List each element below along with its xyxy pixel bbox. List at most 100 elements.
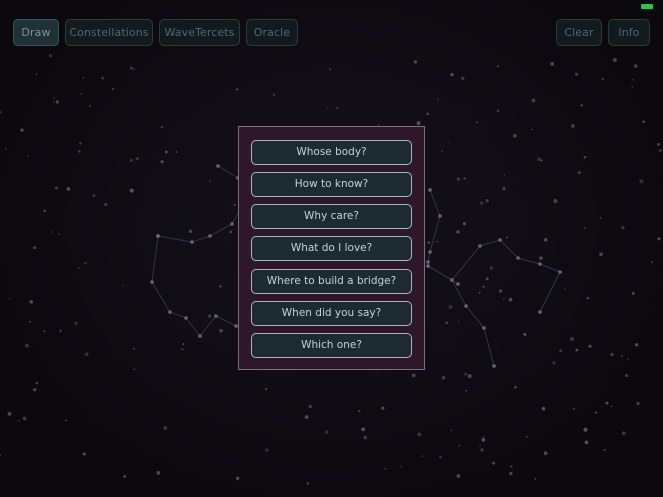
battery-icon — [641, 4, 653, 9]
constellation-star — [438, 214, 442, 218]
star — [357, 409, 361, 413]
star — [160, 160, 164, 164]
star — [458, 444, 461, 447]
star — [456, 230, 460, 234]
star — [436, 240, 439, 243]
constellation-star — [450, 278, 454, 282]
star — [78, 150, 81, 153]
star — [503, 298, 505, 300]
star — [586, 297, 589, 300]
star — [450, 73, 454, 77]
constellation-line — [151, 235, 237, 337]
clear-button[interactable]: Clear — [556, 19, 602, 46]
star — [508, 297, 513, 302]
star-canvas[interactable]: Draw Constellations WaveTercets Oracle C… — [0, 0, 663, 497]
star — [8, 297, 11, 300]
star — [53, 97, 56, 100]
star — [610, 405, 613, 408]
star — [22, 416, 27, 421]
star — [156, 471, 161, 475]
star — [130, 159, 133, 162]
star — [384, 467, 387, 470]
constellation-star — [492, 364, 496, 368]
draw-button[interactable]: Draw — [13, 19, 59, 46]
star — [599, 216, 603, 219]
star — [506, 236, 509, 239]
star — [509, 471, 513, 476]
constellation-star — [516, 256, 520, 260]
star — [636, 401, 640, 405]
star — [381, 406, 385, 410]
star — [219, 328, 223, 333]
constellation-star — [478, 244, 482, 248]
star — [324, 430, 328, 434]
star — [83, 261, 87, 265]
star — [601, 77, 604, 81]
question-when-did-you-say-button[interactable]: When did you say? — [251, 301, 412, 326]
constellation-star — [538, 262, 542, 266]
star — [182, 343, 185, 345]
star — [612, 57, 617, 62]
star — [33, 246, 37, 250]
question-where-to-build-a-bridge-button[interactable]: Where to build a bridge? — [251, 269, 412, 294]
star — [510, 465, 513, 468]
constellation-star — [428, 250, 432, 254]
star — [130, 66, 133, 70]
star — [537, 157, 541, 162]
oracle-button[interactable]: Oracle — [246, 19, 298, 46]
star — [456, 474, 461, 478]
star — [553, 199, 558, 204]
star — [580, 104, 583, 107]
star — [133, 347, 136, 350]
question-which-one-button[interactable]: Which one? — [251, 333, 412, 358]
wavetercets-button[interactable]: WaveTercets — [159, 19, 240, 46]
star — [122, 284, 124, 287]
question-how-to-know-button[interactable]: How to know? — [251, 172, 412, 197]
star — [583, 156, 586, 159]
constellations-button[interactable]: Constellations — [65, 19, 153, 46]
star — [575, 348, 579, 352]
star — [543, 451, 548, 456]
star — [588, 344, 592, 348]
star — [441, 376, 446, 380]
status-bar — [0, 0, 663, 14]
star — [465, 389, 468, 392]
constellation-star — [428, 188, 432, 192]
info-button[interactable]: Info — [608, 19, 650, 46]
star — [55, 100, 59, 104]
star — [457, 320, 460, 322]
star — [639, 179, 644, 184]
star — [657, 142, 661, 146]
star — [480, 448, 484, 452]
star — [450, 429, 453, 432]
question-why-care-button[interactable]: Why care? — [251, 204, 412, 229]
star — [82, 77, 84, 79]
star — [482, 285, 485, 288]
star — [104, 202, 108, 207]
star — [531, 128, 533, 131]
question-what-do-i-love-button[interactable]: What do I love? — [251, 236, 412, 261]
star — [543, 237, 548, 242]
star — [101, 76, 104, 80]
question-whose-body-button[interactable]: Whose body? — [251, 140, 412, 165]
star — [0, 111, 3, 114]
star — [25, 343, 29, 348]
star — [610, 352, 614, 357]
star — [523, 332, 527, 336]
star — [66, 187, 71, 191]
star — [526, 435, 528, 438]
star — [48, 54, 52, 58]
star — [54, 186, 58, 190]
star — [64, 419, 68, 422]
star — [625, 374, 628, 377]
star — [59, 329, 62, 333]
star — [363, 435, 368, 440]
star — [632, 78, 634, 81]
constellation-star — [426, 260, 430, 264]
star — [329, 68, 332, 71]
star — [160, 125, 163, 129]
star — [43, 330, 46, 333]
star — [437, 98, 440, 101]
star — [426, 112, 430, 116]
star — [29, 320, 32, 323]
